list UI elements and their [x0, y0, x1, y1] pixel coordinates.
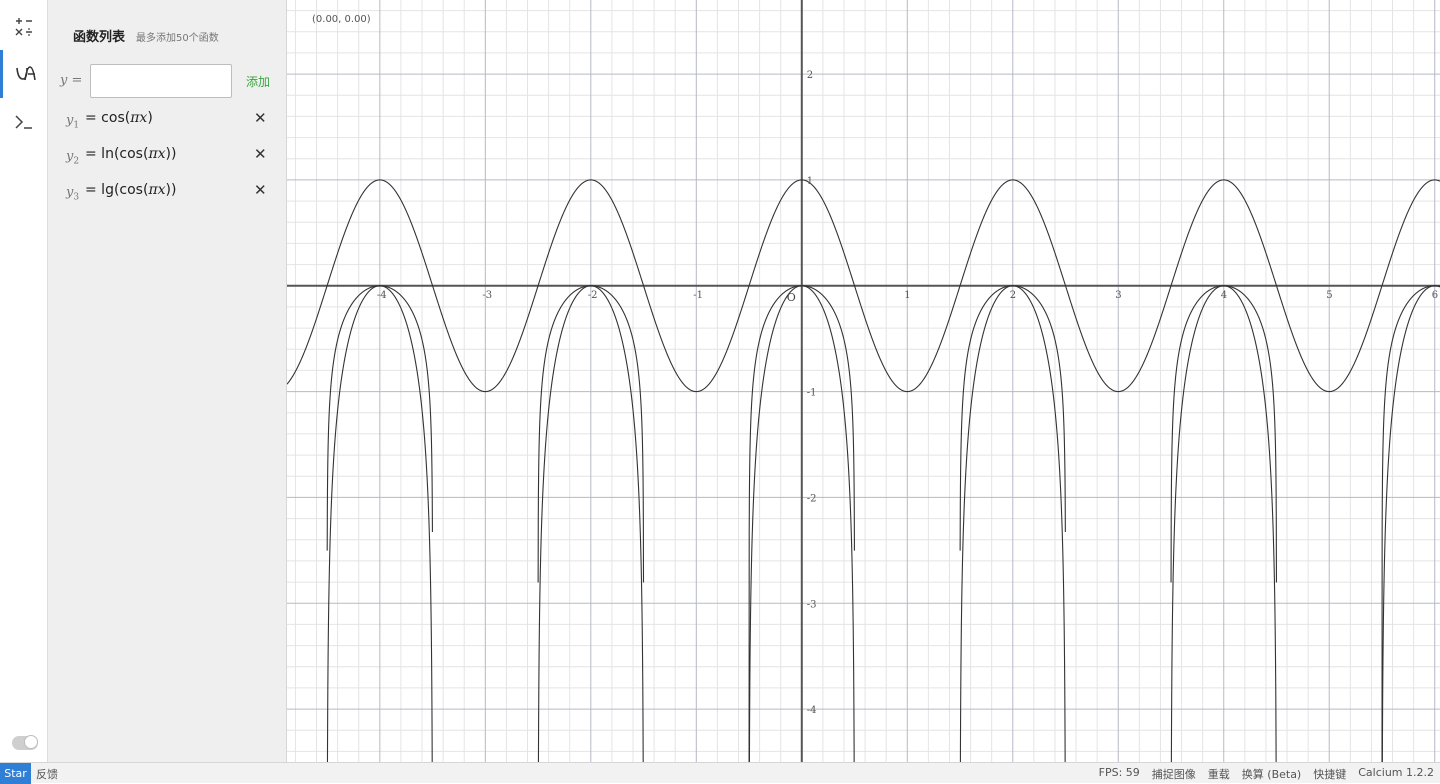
axes: [287, 0, 1440, 762]
y-tick-label: -4: [807, 705, 817, 716]
x-tick-label: -4: [377, 290, 387, 301]
status-right-group: FPS: 59 捕捉图像 重载 换算 (Beta) 快捷键 Calcium 1.…: [1099, 766, 1434, 782]
coordinate-readout: (0.00, 0.00): [312, 14, 371, 25]
function-list-panel: 函数列表 最多添加50个函数 y = 添加 y1 = cos(πx) ✕ y2 …: [48, 0, 287, 762]
function-item-1[interactable]: y1 = cos(πx) ✕: [48, 105, 287, 135]
y-tick-label: -2: [807, 493, 817, 504]
toggle-knob: [24, 735, 38, 749]
y-tick-label: -3: [807, 599, 817, 610]
x-tick-label: 3: [1115, 290, 1121, 301]
x-tick-label: -2: [588, 290, 598, 301]
x-tick-label: 6: [1432, 290, 1438, 301]
function-graph-tab[interactable]: [0, 50, 48, 98]
star-button[interactable]: Star: [0, 763, 31, 784]
y-tick-label: 1: [807, 176, 813, 187]
graph-plot: -4 -3 -2 -1 1 2 3 4 5 6 2 1 -1 -2 -3 -4 O: [287, 0, 1440, 762]
function-name: y2: [66, 149, 80, 167]
curve-y2: [326, 285, 1440, 762]
x-tick-label: -3: [482, 290, 492, 301]
function-input[interactable]: [90, 64, 232, 98]
function-name: y3: [66, 185, 80, 203]
function-item-2[interactable]: y2 = ln(cos(πx)) ✕: [48, 141, 287, 171]
capture-image-button[interactable]: 捕捉图像: [1152, 766, 1196, 782]
terminal-tab[interactable]: [0, 98, 48, 146]
x-tick-label: 1: [904, 290, 910, 301]
delete-function-button[interactable]: ✕: [254, 181, 267, 199]
major-grid: [287, 0, 1440, 762]
add-function-button[interactable]: 添加: [246, 73, 270, 90]
function-item-3[interactable]: y3 = lg(cos(πx)) ✕: [48, 177, 287, 207]
status-bar: Star 反馈 FPS: 59 捕捉图像 重载 换算 (Beta) 快捷键 Ca…: [0, 762, 1440, 784]
function-expression: = ln(cos(πx)): [85, 146, 177, 162]
panel-title: 函数列表: [73, 30, 126, 45]
x-tick-label: 4: [1221, 290, 1227, 301]
y-tick-label: 2: [807, 70, 813, 81]
function-expression: = lg(cos(πx)): [85, 182, 177, 198]
reload-button[interactable]: 重载: [1208, 766, 1230, 782]
feedback-link[interactable]: 反馈: [36, 766, 58, 782]
x-tick-label: -1: [693, 290, 703, 301]
theme-toggle[interactable]: [12, 735, 38, 750]
delete-function-button[interactable]: ✕: [254, 109, 267, 127]
panel-subtitle: 最多添加50个函数: [136, 33, 219, 44]
function-graph-icon: [15, 66, 36, 81]
version-label: Calcium 1.2.2: [1358, 766, 1434, 779]
calculator-tab[interactable]: [0, 2, 48, 50]
function-curves: [287, 179, 1440, 762]
terminal-icon: [15, 115, 32, 129]
y-tick-label: -1: [807, 388, 817, 399]
input-label: y =: [60, 73, 83, 88]
x-tick-label: 2: [1010, 290, 1016, 301]
shortcuts-button[interactable]: 快捷键: [1313, 766, 1346, 782]
function-name: y1: [66, 113, 80, 131]
tool-sidebar: [0, 0, 48, 762]
graph-canvas[interactable]: -4 -3 -2 -1 1 2 3 4 5 6 2 1 -1 -2 -3 -4 O (0.00, 0.00): [287, 0, 1440, 762]
unit-convert-button[interactable]: 换算 (Beta): [1242, 766, 1301, 782]
x-tick-label: 5: [1326, 290, 1332, 301]
calculator-icon: [15, 18, 32, 36]
origin-label: O: [787, 291, 796, 304]
delete-function-button[interactable]: ✕: [254, 145, 267, 163]
minor-grid: [287, 0, 1440, 762]
fps-counter: FPS: 59: [1098, 766, 1140, 779]
function-expression: = cos(πx): [85, 110, 153, 126]
